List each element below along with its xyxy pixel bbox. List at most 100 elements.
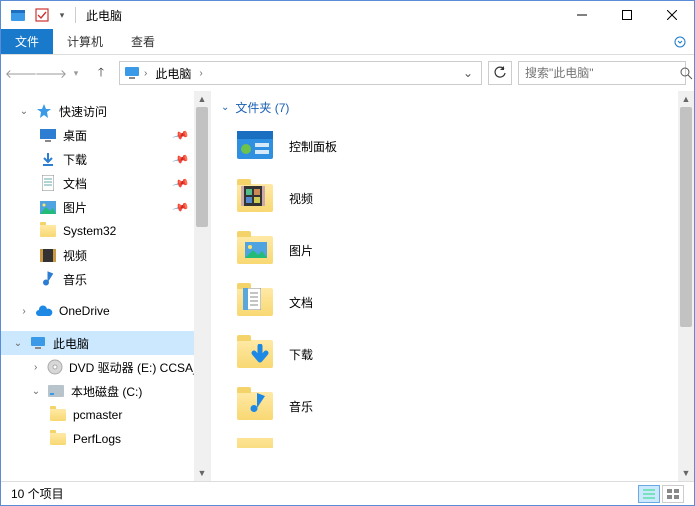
sidebar-item-label: 音乐 xyxy=(63,271,87,288)
sidebar-downloads[interactable]: 下载 📌 xyxy=(1,147,210,171)
item-label: 控制面板 xyxy=(289,138,337,155)
sidebar-desktop[interactable]: 桌面 📌 xyxy=(1,123,210,147)
properties-icon[interactable] xyxy=(31,4,53,26)
sidebar-item-label: 下载 xyxy=(63,151,87,168)
sidebar-dvd[interactable]: › DVD 驱动器 (E:) CCSA_X64 xyxy=(1,355,210,379)
sidebar-music[interactable]: 音乐 xyxy=(1,267,210,291)
address-bar[interactable]: › 此电脑 › ⌄ xyxy=(119,61,482,85)
scroll-down-icon[interactable]: ▼ xyxy=(678,465,694,481)
sidebar-item-label: 桌面 xyxy=(63,127,87,144)
pin-icon: 📌 xyxy=(172,126,190,144)
sidebar-item-label: System32 xyxy=(63,224,116,238)
sidebar-perflogs[interactable]: PerfLogs xyxy=(1,427,210,451)
documents-folder-icon xyxy=(235,282,275,322)
expand-icon[interactable]: › xyxy=(31,362,40,373)
folder-icon xyxy=(49,430,67,448)
folder-icon xyxy=(49,406,67,424)
search-input[interactable] xyxy=(525,66,680,80)
scroll-thumb[interactable] xyxy=(680,107,692,327)
videos-folder-icon xyxy=(235,178,275,218)
sidebar-pcmaster[interactable]: pcmaster xyxy=(1,403,210,427)
sidebar-item-label: 此电脑 xyxy=(53,335,89,352)
sidebar-item-label: 快速访问 xyxy=(59,103,107,120)
sidebar-scrollbar[interactable]: ▲ ▼ xyxy=(194,91,210,481)
title-bar: ▾ 此电脑 xyxy=(1,1,694,29)
scroll-down-icon[interactable]: ▼ xyxy=(194,465,210,481)
sidebar-item-label: OneDrive xyxy=(59,304,110,318)
content-pane: ⌄ 文件夹 (7) 控制面板 视频 xyxy=(211,91,694,481)
view-details-button[interactable] xyxy=(638,485,660,503)
forward-button[interactable]: 🡒 xyxy=(39,61,63,85)
sidebar-local-disk[interactable]: ⌄ 本地磁盘 (C:) xyxy=(1,379,210,403)
refresh-button[interactable] xyxy=(488,61,512,85)
minimize-button[interactable] xyxy=(559,1,604,29)
expand-icon[interactable]: ⌄ xyxy=(31,386,41,397)
item-pictures[interactable]: 图片 xyxy=(235,230,694,270)
expand-icon[interactable]: › xyxy=(19,306,29,317)
recent-dropdown[interactable]: ▾ xyxy=(69,61,83,85)
view-icons-button[interactable] xyxy=(662,485,684,503)
sidebar-item-label: 图片 xyxy=(63,199,87,216)
star-icon xyxy=(35,102,53,120)
item-label: 文档 xyxy=(289,294,313,311)
desktop-icon xyxy=(39,126,57,144)
breadcrumb-this-pc[interactable]: 此电脑 xyxy=(151,65,195,82)
scroll-up-icon[interactable]: ▲ xyxy=(194,91,210,107)
sidebar-documents[interactable]: 文档 📌 xyxy=(1,171,210,195)
tab-computer[interactable]: 计算机 xyxy=(53,29,117,54)
pin-icon: 📌 xyxy=(172,174,190,192)
sidebar-pictures[interactable]: 图片 📌 xyxy=(1,195,210,219)
expand-icon[interactable]: ⌄ xyxy=(19,106,29,117)
item-count: 10 个项目 xyxy=(11,485,64,502)
sidebar-item-label: 视频 xyxy=(63,247,87,264)
back-button[interactable]: 🡐 xyxy=(9,61,33,85)
tab-file[interactable]: 文件 xyxy=(1,29,53,54)
sidebar-onedrive[interactable]: › OneDrive xyxy=(1,299,210,323)
control-panel-icon xyxy=(235,126,275,166)
item-downloads[interactable]: 下载 xyxy=(235,334,694,374)
folder-icon xyxy=(235,438,275,448)
sidebar-videos[interactable]: 视频 xyxy=(1,243,210,267)
expand-icon[interactable]: ⌄ xyxy=(13,338,23,349)
qat-dropdown-icon[interactable]: ▾ xyxy=(55,4,69,26)
scroll-up-icon[interactable]: ▲ xyxy=(678,91,694,107)
sidebar-quick-access[interactable]: ⌄ 快速访问 xyxy=(1,99,210,123)
group-label: 文件夹 (7) xyxy=(235,99,289,116)
sidebar-this-pc[interactable]: ⌄ 此电脑 xyxy=(1,331,210,355)
downloads-folder-icon xyxy=(235,334,275,374)
cloud-icon xyxy=(35,302,53,320)
folder-icon xyxy=(39,222,57,240)
system-menu-icon[interactable] xyxy=(7,4,29,26)
chevron-down-icon[interactable]: ⌄ xyxy=(221,102,229,113)
content-scrollbar[interactable]: ▲ ▼ xyxy=(678,91,694,481)
chevron-right-icon[interactable]: › xyxy=(199,68,202,79)
item-music[interactable]: 音乐 xyxy=(235,386,694,426)
ribbon-collapse-icon[interactable] xyxy=(666,29,694,54)
search-box[interactable] xyxy=(518,61,686,85)
navigation-pane: ⌄ 快速访问 桌面 📌 下载 📌 文档 📌 图片 📌 System32 xyxy=(1,91,211,481)
close-button[interactable] xyxy=(649,1,694,29)
pictures-folder-icon xyxy=(235,230,275,270)
address-dropdown-icon[interactable]: ⌄ xyxy=(459,66,477,80)
item-partial[interactable] xyxy=(235,438,694,448)
tab-view[interactable]: 查看 xyxy=(117,29,169,54)
item-videos[interactable]: 视频 xyxy=(235,178,694,218)
item-label: 下载 xyxy=(289,346,313,363)
search-icon[interactable] xyxy=(680,67,693,80)
item-documents[interactable]: 文档 xyxy=(235,282,694,322)
this-pc-icon xyxy=(124,66,140,80)
scroll-thumb[interactable] xyxy=(196,107,208,227)
maximize-button[interactable] xyxy=(604,1,649,29)
sidebar-item-label: pcmaster xyxy=(73,408,122,422)
chevron-right-icon[interactable]: › xyxy=(144,68,147,79)
item-label: 视频 xyxy=(289,190,313,207)
up-button[interactable]: 🡑 xyxy=(89,61,113,85)
ribbon: 文件 计算机 查看 xyxy=(1,29,694,55)
download-icon xyxy=(39,150,57,168)
group-header-folders[interactable]: ⌄ 文件夹 (7) xyxy=(221,99,694,116)
sidebar-system32[interactable]: System32 xyxy=(1,219,210,243)
music-icon xyxy=(39,270,57,288)
item-control-panel[interactable]: 控制面板 xyxy=(235,126,694,166)
pin-icon: 📌 xyxy=(172,150,190,168)
sidebar-item-label: PerfLogs xyxy=(73,432,121,446)
